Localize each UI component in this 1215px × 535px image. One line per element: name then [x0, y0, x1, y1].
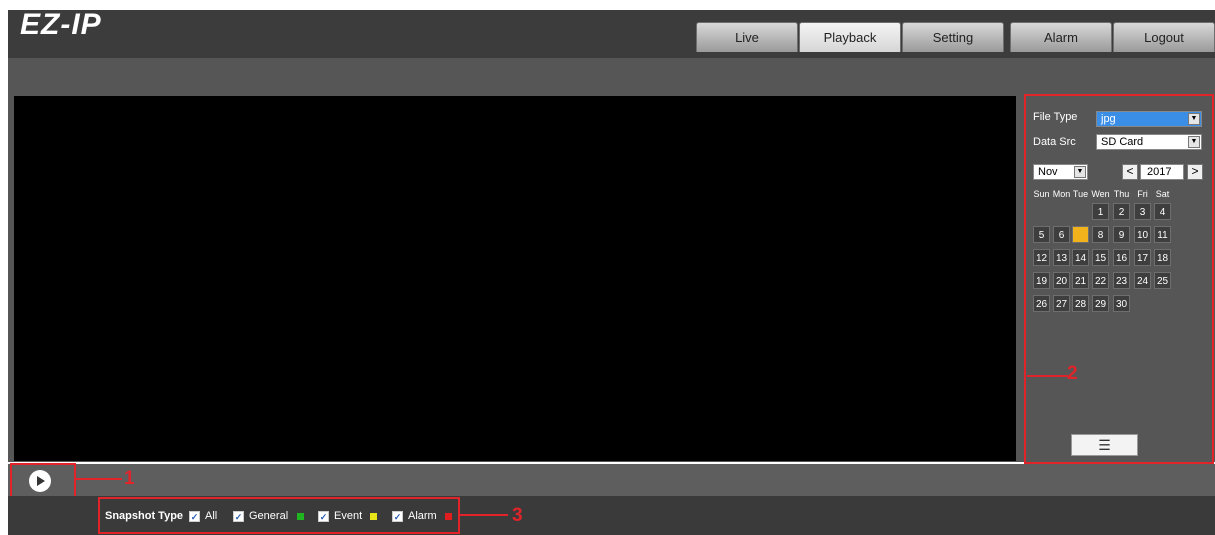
calendar-day[interactable]: 10 [1134, 226, 1151, 243]
calendar-day[interactable]: 18 [1154, 249, 1171, 266]
calendar-day[interactable]: 22 [1092, 272, 1109, 289]
calendar-day[interactable]: 23 [1113, 272, 1130, 289]
checkbox-alarm[interactable]: ✓ [392, 511, 403, 522]
calendar-day[interactable]: 4 [1154, 203, 1171, 220]
weekday-label: Wen [1091, 189, 1110, 199]
snapshot-type-label: Snapshot Type [105, 510, 184, 522]
tab-playback[interactable]: Playback [799, 22, 901, 52]
video-viewport[interactable] [14, 96, 1016, 461]
calendar-day[interactable]: 3 [1134, 203, 1151, 220]
weekday-label: Thu [1113, 189, 1130, 199]
brand-logo: EZ-IP [20, 8, 102, 41]
chevron-down-icon: ▼ [1074, 166, 1086, 178]
calendar-day[interactable]: 25 [1154, 272, 1171, 289]
data-src-select[interactable]: SD Card ▼ [1096, 134, 1202, 150]
calendar-day[interactable]: 28 [1072, 295, 1089, 312]
annotation-number-2: 2 [1067, 363, 1078, 384]
data-src-label: Data Src [1033, 136, 1076, 148]
checkbox-general[interactable]: ✓ [233, 511, 244, 522]
option-label-event: Event [334, 510, 363, 522]
calendar-day[interactable]: 9 [1113, 226, 1130, 243]
calendar-day[interactable]: 12 [1033, 249, 1050, 266]
checkbox-all[interactable]: ✓ [189, 511, 200, 522]
tab-live[interactable]: Live [696, 22, 798, 52]
calendar-day[interactable]: 8 [1092, 226, 1109, 243]
play-button[interactable] [29, 470, 51, 492]
tab-setting[interactable]: Setting [902, 22, 1004, 52]
annotation-number-1: 1 [124, 468, 135, 489]
playback-control-bar [8, 464, 1215, 496]
calendar-day[interactable]: 26 [1033, 295, 1050, 312]
tab-alarm[interactable]: Alarm [1010, 22, 1112, 52]
option-label-all: All [205, 510, 218, 522]
tab-logout[interactable]: Logout [1113, 22, 1215, 52]
chevron-down-icon: ▼ [1188, 136, 1200, 148]
option-label-alarm: Alarm [408, 510, 437, 522]
file-type-label: File Type [1033, 111, 1078, 123]
alarm-color-swatch [445, 513, 452, 520]
calendar-day[interactable]: 14 [1072, 249, 1089, 266]
calendar-day[interactable]: 19 [1033, 272, 1050, 289]
weekday-label: Sat [1155, 189, 1170, 199]
annotation-line-1 [76, 478, 122, 480]
prev-year-button[interactable]: < [1122, 164, 1138, 180]
calendar-day[interactable]: 30 [1113, 295, 1130, 312]
weekday-label: Tue [1072, 189, 1089, 199]
annotation-number-3: 3 [512, 505, 523, 526]
calendar-day[interactable]: 5 [1033, 226, 1050, 243]
calendar-day[interactable]: 2 [1113, 203, 1130, 220]
annotation-line-3 [460, 514, 508, 516]
general-color-swatch [297, 513, 304, 520]
file-list-button[interactable]: ☰ [1071, 434, 1138, 456]
annotation-line-2 [1027, 375, 1068, 377]
month-select[interactable]: Nov ▼ [1033, 164, 1088, 180]
sub-toolbar [8, 58, 1215, 94]
calendar-day[interactable]: 15 [1092, 249, 1109, 266]
calendar-day[interactable]: 24 [1134, 272, 1151, 289]
calendar-day[interactable]: 16 [1113, 249, 1130, 266]
weekday-label: Sun [1033, 189, 1050, 199]
calendar-day[interactable]: 17 [1134, 249, 1151, 266]
play-icon [37, 476, 45, 486]
list-icon: ☰ [1098, 437, 1111, 453]
calendar-day[interactable]: 6 [1053, 226, 1070, 243]
calendar-day[interactable]: 20 [1053, 272, 1070, 289]
checkbox-event[interactable]: ✓ [318, 511, 329, 522]
calendar-day[interactable]: 29 [1092, 295, 1109, 312]
event-color-swatch [370, 513, 377, 520]
file-type-select[interactable]: jpg ▼ [1096, 111, 1202, 127]
calendar-day[interactable]: 21 [1072, 272, 1089, 289]
year-field[interactable]: 2017 [1140, 164, 1184, 180]
calendar-day[interactable]: 1 [1092, 203, 1109, 220]
calendar-day[interactable]: 11 [1154, 226, 1171, 243]
calendar-day[interactable]: 7 [1072, 226, 1089, 243]
weekday-label: Fri [1137, 189, 1148, 199]
weekday-label: Mon [1052, 189, 1071, 199]
calendar-day[interactable]: 13 [1053, 249, 1070, 266]
calendar-day[interactable]: 27 [1053, 295, 1070, 312]
chevron-down-icon: ▼ [1188, 113, 1200, 125]
next-year-button[interactable]: > [1187, 164, 1203, 180]
option-label-general: General [249, 510, 289, 522]
